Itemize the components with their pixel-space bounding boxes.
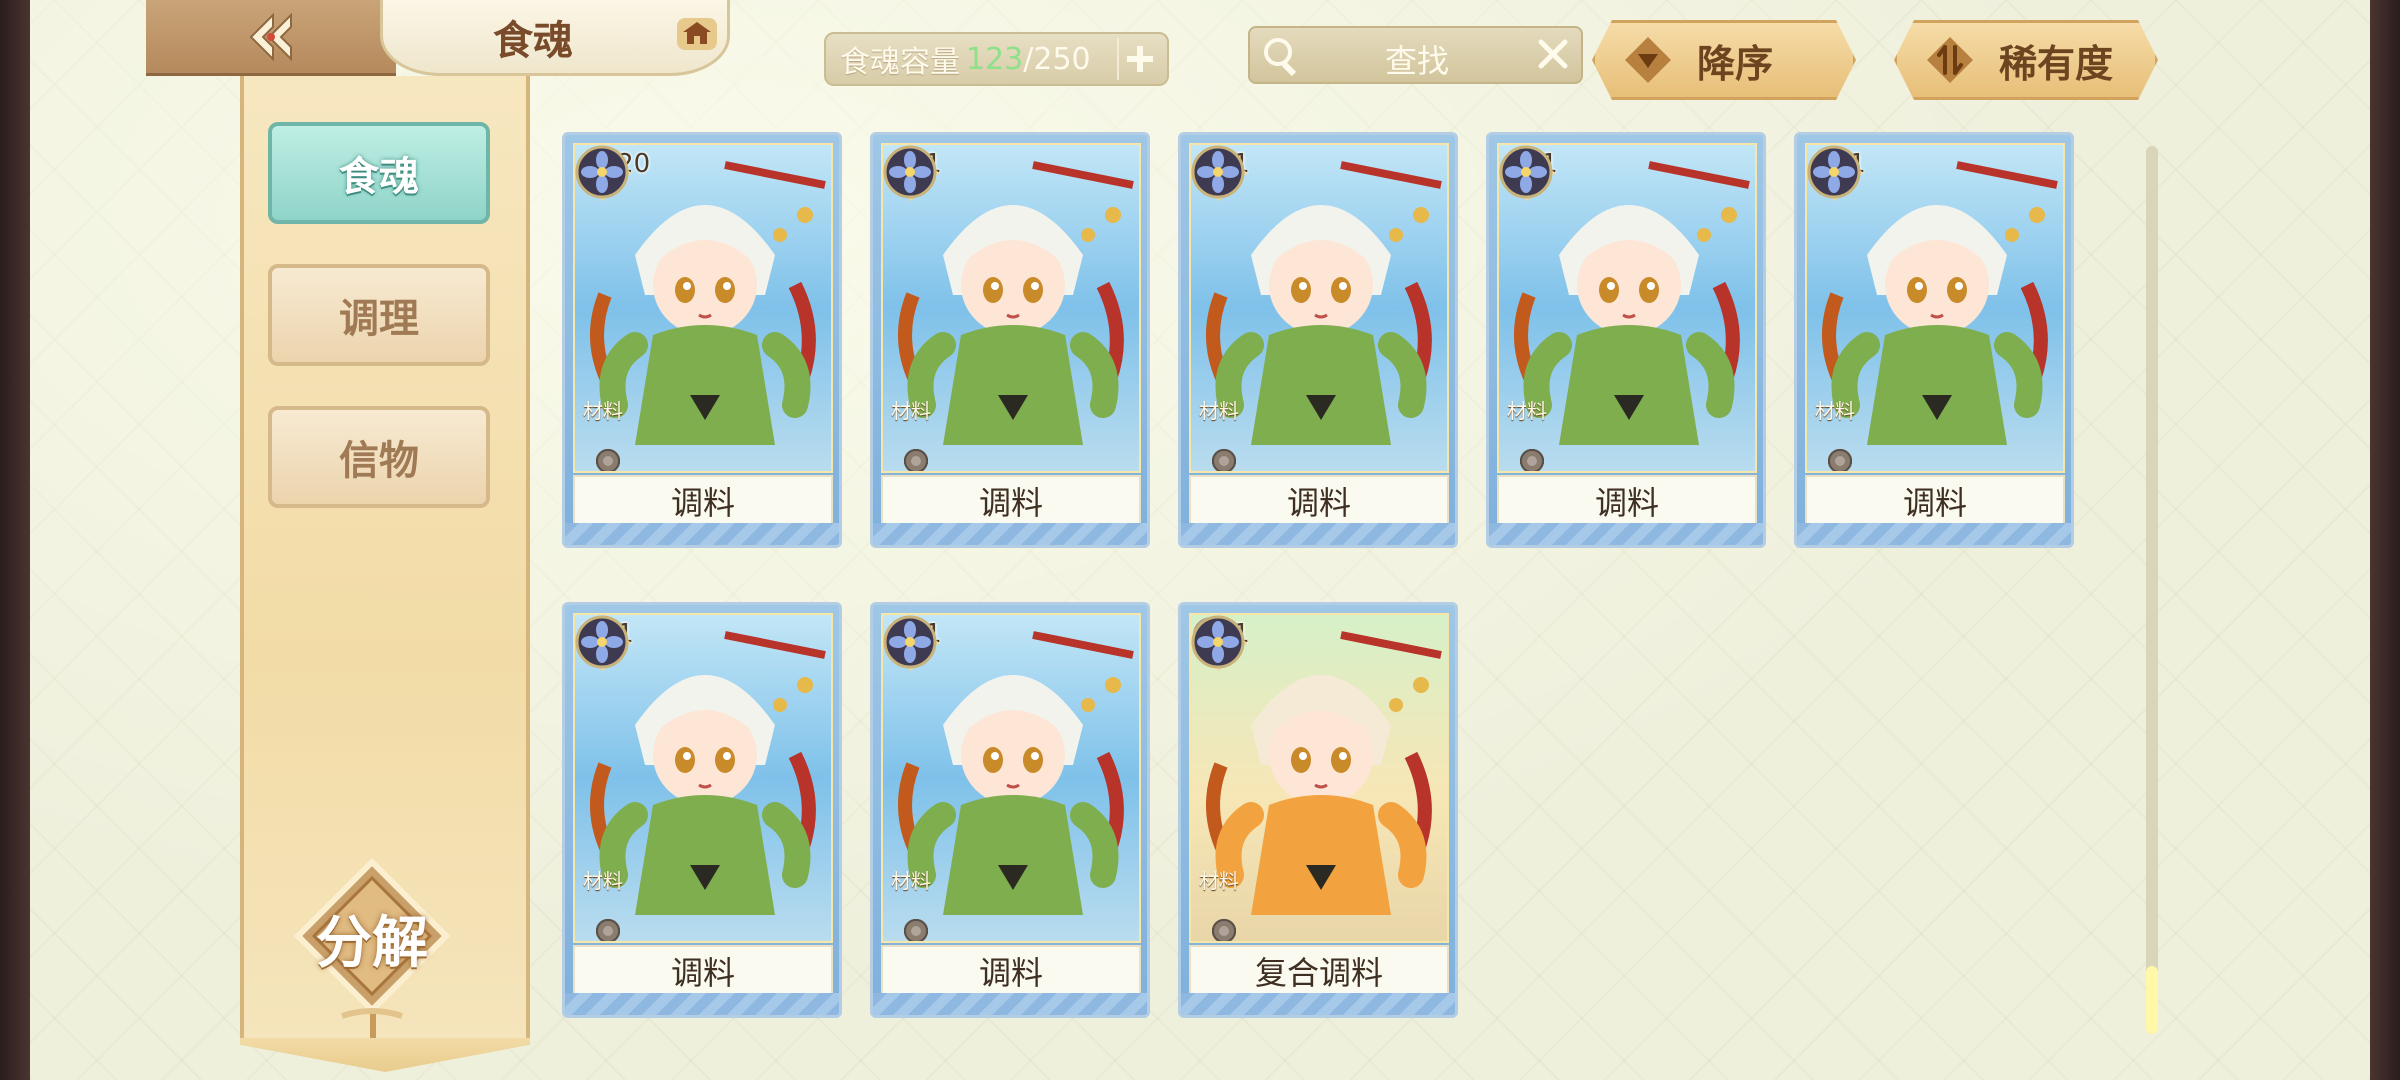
food-soul-card[interactable]: Lv.20 材料: [562, 132, 842, 548]
back-button[interactable]: [146, 0, 396, 76]
card-portrait: Lv.1 材料: [881, 143, 1141, 473]
material-badge: 材料: [583, 869, 623, 893]
card-footer-stripe: [1797, 523, 2071, 545]
tab-food-soul-label: 食魂: [339, 153, 419, 200]
material-badge: 材料: [1815, 399, 1855, 423]
capacity-separator: /: [1023, 41, 1034, 77]
card-portrait: Lv.1 材料: [573, 613, 833, 943]
card-portrait: Lv.1 材料: [1805, 143, 2065, 473]
card-footer-stripe: [1181, 523, 1455, 545]
star-empty-icon: [596, 919, 620, 941]
card-name: 调料: [881, 475, 1141, 527]
element-flower-icon: [883, 145, 937, 199]
element-flower-icon: [1191, 615, 1245, 669]
star-empty-icon: [1828, 449, 1852, 471]
tab-token[interactable]: 信物: [268, 406, 490, 508]
back-icon: [243, 9, 299, 65]
material-badge: 材料: [1507, 399, 1547, 423]
decompose-label: 分解: [316, 910, 428, 976]
clear-icon[interactable]: [1535, 36, 1571, 72]
arrow-down-icon: [1621, 33, 1675, 87]
material-badge: 材料: [1199, 399, 1239, 423]
element-flower-icon: [1191, 145, 1245, 199]
card-footer-stripe: [1489, 523, 1763, 545]
star-empty-icon: [1212, 449, 1236, 471]
title-tab: 食魂: [380, 0, 730, 76]
star-empty-icon: [1212, 919, 1236, 941]
capacity-current: 123: [966, 41, 1024, 77]
food-soul-card[interactable]: Lv.1 材料: [1178, 132, 1458, 548]
capacity-label: 食魂容量: [840, 45, 960, 80]
material-badge: 材料: [1199, 869, 1239, 893]
page-title: 食魂: [493, 16, 573, 64]
material-badge: 材料: [583, 399, 623, 423]
star-empty-icon: [904, 919, 928, 941]
capacity-display: 食魂容量 123 / 250: [824, 32, 1169, 86]
card-footer-stripe: [873, 523, 1147, 545]
card-name: 调料: [573, 945, 833, 997]
star-empty-icon: [1520, 449, 1544, 471]
search-input[interactable]: 查找: [1385, 36, 1449, 82]
material-badge: 材料: [891, 869, 931, 893]
sort-order-button[interactable]: 降序: [1592, 20, 1856, 100]
home-icon[interactable]: [673, 14, 721, 54]
star-empty-icon: [596, 449, 620, 471]
sort-swap-icon: [1923, 33, 1977, 87]
food-soul-card[interactable]: Lv.1 材料: [870, 602, 1150, 1018]
sort-order-label: 降序: [1697, 41, 1774, 86]
food-soul-card[interactable]: Lv.1 材料: [1178, 602, 1458, 1018]
screen-frame-left: [0, 0, 30, 1080]
tab-seasoning[interactable]: 调理: [268, 264, 490, 366]
card-footer-stripe: [873, 993, 1147, 1015]
element-flower-icon: [575, 145, 629, 199]
category-sidebar: 食魂 调理 信物 分解: [240, 76, 530, 1050]
card-name: 调料: [1497, 475, 1757, 527]
card-name: 复合调料: [1189, 945, 1449, 997]
element-flower-icon: [1499, 145, 1553, 199]
food-soul-card[interactable]: Lv.1 材料: [1486, 132, 1766, 548]
search-icon: [1260, 34, 1304, 78]
card-portrait: Lv.1 材料: [1189, 143, 1449, 473]
sort-rarity-label: 稀有度: [1999, 41, 2114, 86]
card-footer-stripe: [565, 523, 839, 545]
food-soul-card[interactable]: Lv.1 材料: [870, 132, 1150, 548]
food-soul-screen: 食魂 食魂容量 123 / 250 查找 降序 稀有度 食魂 调理 信物 分解 …: [30, 0, 2370, 1080]
card-footer-stripe: [1181, 993, 1455, 1015]
decompose-button[interactable]: 分解: [292, 856, 452, 1056]
card-name: 调料: [1805, 475, 2065, 527]
food-soul-card[interactable]: Lv.1 材料: [562, 602, 842, 1018]
card-portrait: Lv.1 材料: [1189, 613, 1449, 943]
card-name: 调料: [573, 475, 833, 527]
card-portrait: Lv.1 材料: [1497, 143, 1757, 473]
scrollbar-thumb[interactable]: [2146, 966, 2158, 1034]
scrollbar[interactable]: [2146, 146, 2158, 1034]
material-badge: 材料: [891, 399, 931, 423]
capacity-expand-button[interactable]: [1117, 38, 1161, 80]
tab-food-soul[interactable]: 食魂: [268, 122, 490, 224]
card-footer-stripe: [565, 993, 839, 1015]
sort-rarity-button[interactable]: 稀有度: [1894, 20, 2158, 100]
tab-seasoning-label: 调理: [339, 295, 419, 342]
capacity-max: 250: [1033, 41, 1091, 77]
element-flower-icon: [575, 615, 629, 669]
element-flower-icon: [883, 615, 937, 669]
search-box[interactable]: 查找: [1248, 26, 1583, 84]
card-portrait: Lv.1 材料: [881, 613, 1141, 943]
plus-icon: [1127, 46, 1153, 72]
card-name: 调料: [881, 945, 1141, 997]
element-flower-icon: [1807, 145, 1861, 199]
screen-frame-right: [2370, 0, 2400, 1080]
food-soul-card[interactable]: Lv.1 材料: [1794, 132, 2074, 548]
card-name: 调料: [1189, 475, 1449, 527]
tab-token-label: 信物: [339, 437, 419, 484]
star-empty-icon: [904, 449, 928, 471]
card-portrait: Lv.20 材料: [573, 143, 833, 473]
